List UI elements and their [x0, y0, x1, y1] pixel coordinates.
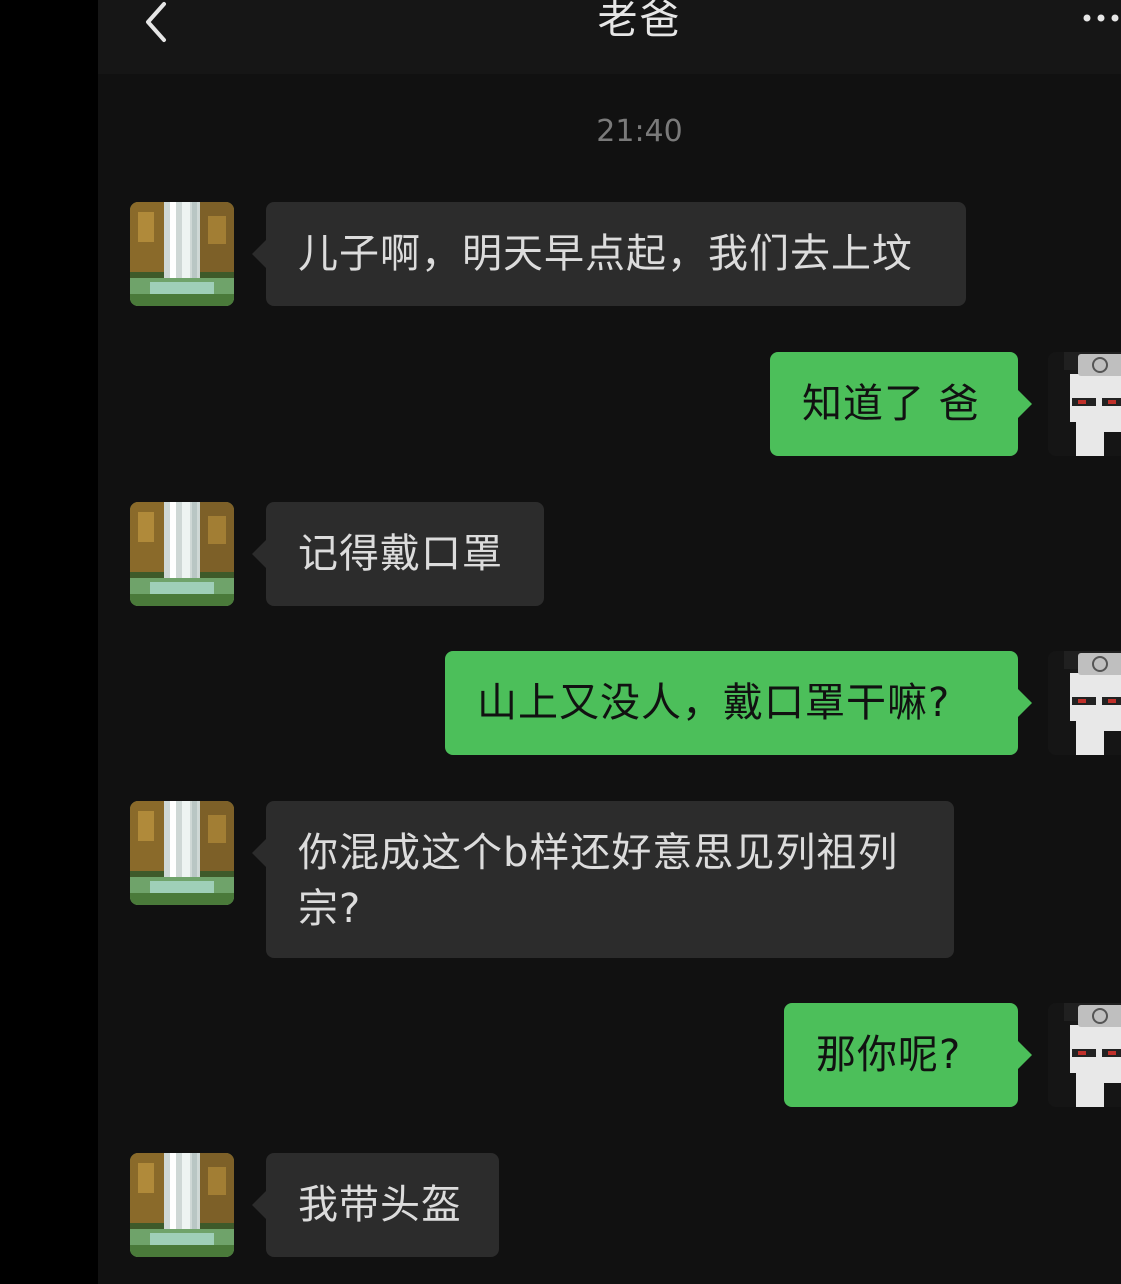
more-button[interactable]: [1081, 0, 1121, 44]
incoming-message-bubble[interactable]: 儿子啊，明天早点起，我们去上坟: [252, 202, 966, 306]
my-avatar[interactable]: [1048, 1003, 1121, 1107]
contact-avatar[interactable]: [130, 801, 234, 905]
more-dots-icon: [1083, 14, 1119, 22]
incoming-message-bubble[interactable]: 我带头盔: [252, 1153, 499, 1257]
incoming-message-bubble[interactable]: 你混成这个b样还好意思见列祖列宗?: [252, 801, 954, 958]
contact-name-title: 老爸: [597, 0, 682, 43]
screen: 老爸 21:40 儿子啊，明天早点起，我们去上坟 知道了 爸 记得戴口罩 山上又…: [0, 0, 1121, 1284]
contact-avatar[interactable]: [130, 502, 234, 606]
message-timestamp: 21:40: [596, 114, 683, 149]
incoming-message-bubble[interactable]: 记得戴口罩: [252, 502, 544, 606]
outgoing-message-bubble[interactable]: 知道了 爸: [770, 352, 1032, 456]
chat-window: 老爸 21:40 儿子啊，明天早点起，我们去上坟 知道了 爸 记得戴口罩 山上又…: [98, 0, 1121, 1284]
nav-bar: 老爸: [98, 0, 1121, 74]
my-avatar[interactable]: [1048, 651, 1121, 755]
my-avatar[interactable]: [1048, 352, 1121, 456]
contact-avatar[interactable]: [130, 202, 234, 306]
outgoing-message-bubble[interactable]: 山上又没人，戴口罩干嘛?: [445, 651, 1032, 755]
outgoing-message-bubble[interactable]: 那你呢?: [784, 1003, 1032, 1107]
contact-avatar[interactable]: [130, 1153, 234, 1257]
